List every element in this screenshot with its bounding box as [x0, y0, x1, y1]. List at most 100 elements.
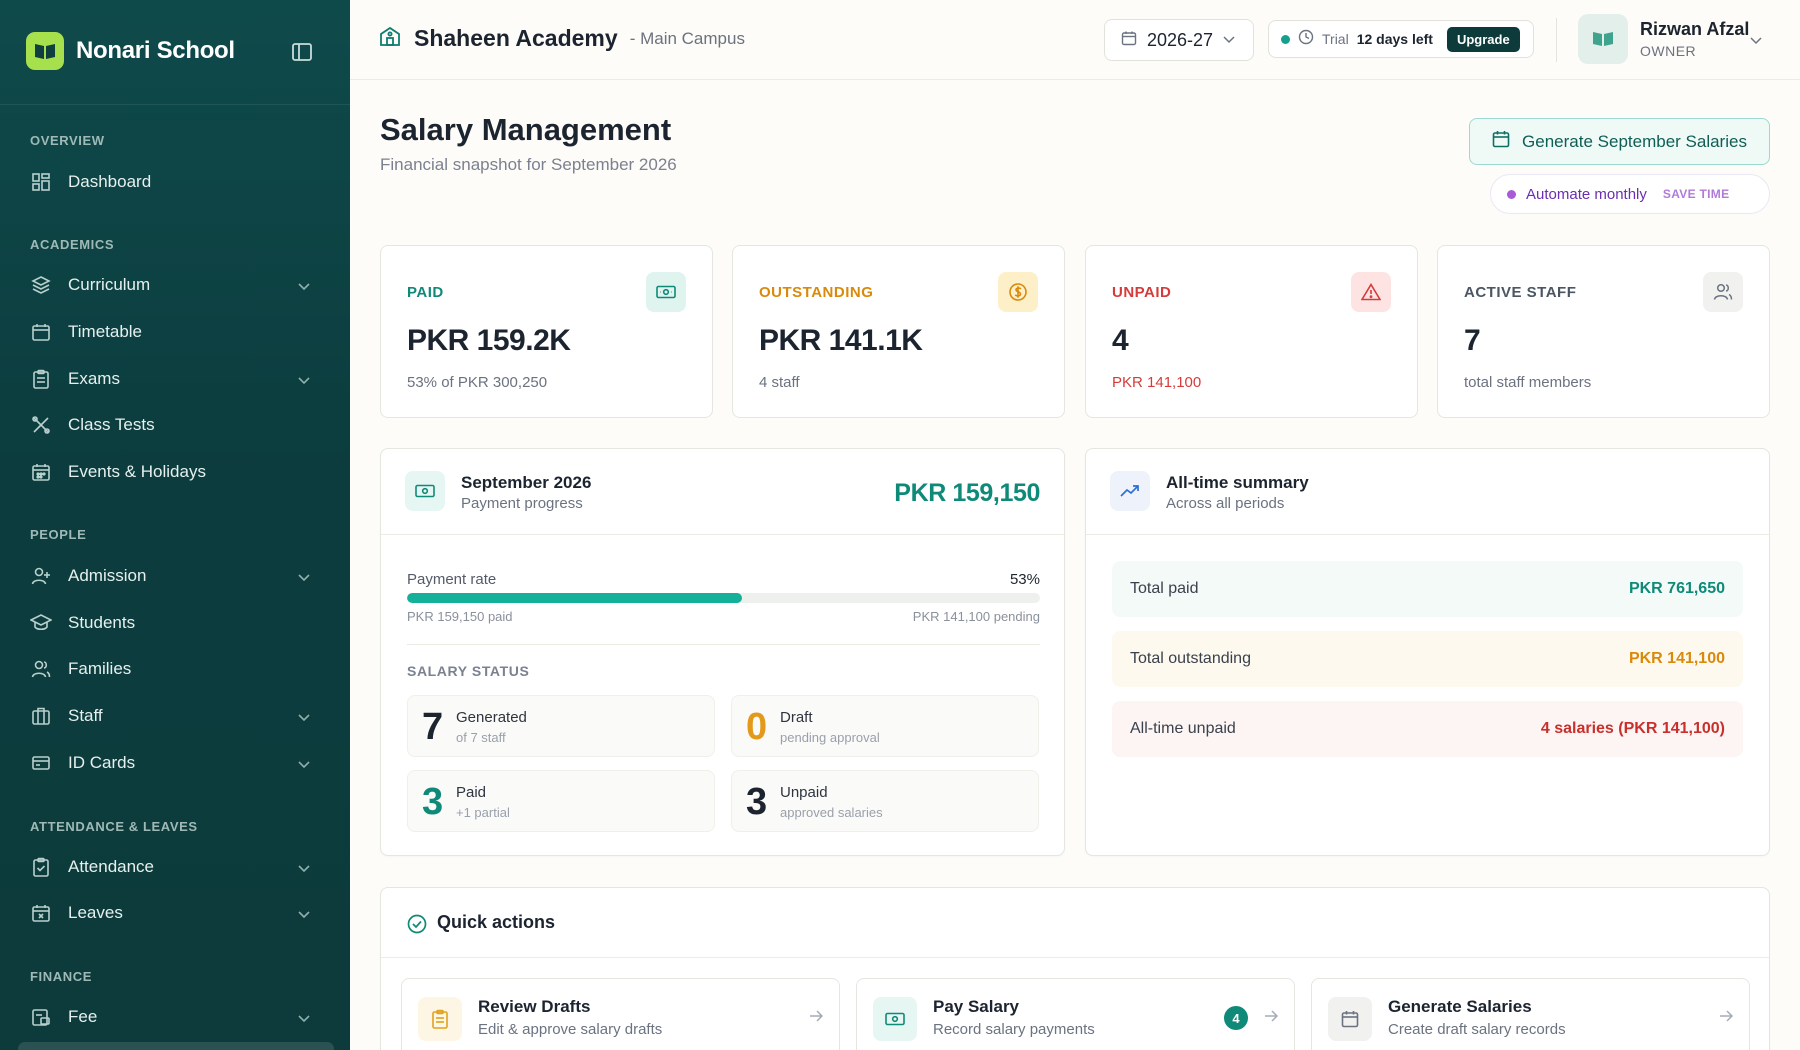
chevron-down-icon — [298, 278, 310, 296]
chevron-down-icon — [298, 372, 310, 390]
status-dot — [1507, 189, 1516, 199]
sidebar-item-fee[interactable]: Fee — [18, 997, 332, 1037]
calendar-icon — [30, 321, 52, 343]
upgrade-button[interactable]: Upgrade — [1446, 26, 1520, 52]
calendar-grid-icon — [30, 461, 52, 483]
school-switcher[interactable]: Shaheen Academy - Main Campus — [378, 24, 745, 53]
save-time-badge: SAVE TIME — [1662, 187, 1730, 201]
review-drafts-card[interactable]: Review Drafts Edit & approve salary draf… — [401, 978, 840, 1050]
receipt-icon — [30, 1006, 52, 1028]
sidebar-item-label: ID Cards — [68, 753, 136, 772]
generate-salaries-card[interactable]: Generate Salaries Create draft salary re… — [1311, 978, 1750, 1050]
automate-monthly-toggle[interactable]: Automate monthly SAVE TIME — [1490, 174, 1770, 214]
payment-rate-value: 53% — [1009, 571, 1040, 588]
summary-row-total-outstanding: Total outstanding PKR 141,100 — [1112, 631, 1743, 687]
sidebar-item-families[interactable]: Families — [18, 649, 332, 689]
sidebar-item-label: Events & Holidays — [68, 462, 206, 481]
sidebar-toggle-icon[interactable] — [290, 40, 314, 64]
topbar: Shaheen Academy - Main Campus 2026-27 Tr… — [350, 0, 1800, 80]
chevron-down-icon — [298, 569, 310, 587]
stat-label: OUTSTANDING — [759, 284, 874, 301]
layers-icon — [30, 274, 52, 296]
pending-text: PKR 141,100 pending — [912, 609, 1040, 624]
user-name: Rizwan Afzal — [1640, 19, 1750, 39]
tile-subtitle: pending approval — [780, 730, 880, 745]
sidebar-item-active-partial[interactable] — [18, 1042, 334, 1050]
arrow-right-icon — [1719, 1009, 1734, 1028]
banknote-icon — [646, 272, 686, 312]
dollar-circle-icon — [998, 272, 1038, 312]
sidebar-item-staff[interactable]: Staff — [18, 696, 332, 736]
summary-label: Total paid — [1130, 580, 1199, 597]
tile-subtitle: +1 partial — [456, 805, 510, 820]
status-dot — [1281, 34, 1290, 44]
banknote-icon — [405, 471, 445, 511]
user-role: OWNER — [1640, 43, 1697, 59]
sidebar-item-label: Families — [68, 659, 132, 678]
trending-up-icon — [1110, 471, 1150, 511]
generate-salaries-button[interactable]: Generate September Salaries — [1469, 118, 1770, 165]
sidebar-item-events-holidays[interactable]: Events & Holidays — [18, 452, 332, 492]
summary-value: PKR 141,100 — [1628, 650, 1725, 667]
sidebar-item-timetable[interactable]: Timetable — [18, 312, 332, 352]
payment-progress-bar — [407, 593, 1040, 603]
tile-number: 3 — [746, 781, 768, 823]
school-name: Shaheen Academy — [414, 25, 618, 51]
section-academics: ACADEMICS — [30, 237, 115, 252]
sidebar-item-students[interactable]: Students — [18, 603, 332, 643]
panel-header: All-time summary Across all periods — [1086, 449, 1769, 535]
trial-status: Trial 12 days left Upgrade — [1268, 20, 1534, 58]
user-menu[interactable]: Rizwan Afzal OWNER — [1578, 14, 1749, 64]
quick-actions-title: Quick actions — [437, 912, 556, 932]
calendar-x-icon — [30, 902, 52, 924]
sidebar-item-exams[interactable]: Exams — [18, 359, 332, 399]
card-title: Generate Salaries — [1388, 997, 1532, 1016]
book-logo-icon — [26, 32, 64, 70]
stat-card-unpaid: UNPAID 4 PKR 141,100 — [1085, 245, 1418, 418]
payment-rate-label: Payment rate — [407, 571, 497, 588]
sidebar-item-attendance[interactable]: Attendance — [18, 847, 332, 887]
user-plus-icon — [30, 565, 52, 587]
payment-progress-panel: September 2026 Payment progress PKR 159,… — [380, 448, 1065, 856]
stat-note: PKR 141,100 — [1112, 374, 1202, 391]
stat-card-paid: PAID PKR 159.2K 53% of PKR 300,250 — [380, 245, 713, 418]
status-tile-generated: 7 Generated of 7 staff — [407, 695, 715, 757]
sidebar-divider — [0, 104, 350, 105]
quick-actions-panel: Quick actions Review Drafts Edit & appro… — [380, 887, 1770, 1050]
card-subtitle: Edit & approve salary drafts — [478, 1021, 663, 1038]
chevron-down-icon — [1223, 31, 1235, 49]
page-title: Salary Management — [380, 112, 672, 147]
sidebar-item-leaves[interactable]: Leaves — [18, 893, 332, 933]
all-time-summary-panel: All-time summary Across all periods Tota… — [1085, 448, 1770, 856]
users-icon — [1703, 272, 1743, 312]
sidebar: Nonari School OVERVIEW Dashboard ACADEMI… — [0, 0, 350, 1050]
stat-label: UNPAID — [1112, 284, 1172, 301]
summary-row-total-paid: Total paid PKR 761,650 — [1112, 561, 1743, 617]
summary-value: 4 salaries (PKR 141,100) — [1540, 720, 1725, 737]
sidebar-item-id-cards[interactable]: ID Cards — [18, 743, 332, 783]
sidebar-item-dashboard[interactable]: Dashboard — [18, 162, 332, 202]
brand[interactable]: Nonari School — [26, 32, 235, 70]
status-tile-paid: 3 Paid +1 partial — [407, 770, 715, 832]
panel-subtitle: Across all periods — [1166, 495, 1285, 512]
card-subtitle: Create draft salary records — [1388, 1021, 1566, 1038]
chevron-down-icon — [298, 756, 310, 774]
sidebar-item-label: Dashboard — [68, 172, 152, 191]
calendar-icon — [1328, 997, 1372, 1041]
generate-button-label: Generate September Salaries — [1522, 131, 1747, 151]
section-overview: OVERVIEW — [30, 133, 105, 148]
section-attendance-leaves: ATTENDANCE & LEAVES — [30, 819, 198, 834]
sidebar-item-admission[interactable]: Admission — [18, 556, 332, 596]
academic-year-select[interactable]: 2026-27 — [1104, 19, 1254, 61]
page-subtitle: Financial snapshot for September 2026 — [380, 155, 677, 174]
summary-label: Total outstanding — [1130, 650, 1251, 667]
pay-salary-card[interactable]: Pay Salary Record salary payments 4 — [856, 978, 1295, 1050]
sidebar-item-class-tests[interactable]: Class Tests — [18, 405, 332, 445]
tile-title: Unpaid — [780, 784, 828, 801]
tools-icon — [30, 414, 52, 436]
grid-icon — [30, 171, 52, 193]
chevron-down-icon[interactable] — [1750, 32, 1762, 50]
calendar-icon — [1121, 30, 1137, 51]
sidebar-item-label: Admission — [68, 566, 147, 585]
sidebar-item-curriculum[interactable]: Curriculum — [18, 265, 332, 305]
